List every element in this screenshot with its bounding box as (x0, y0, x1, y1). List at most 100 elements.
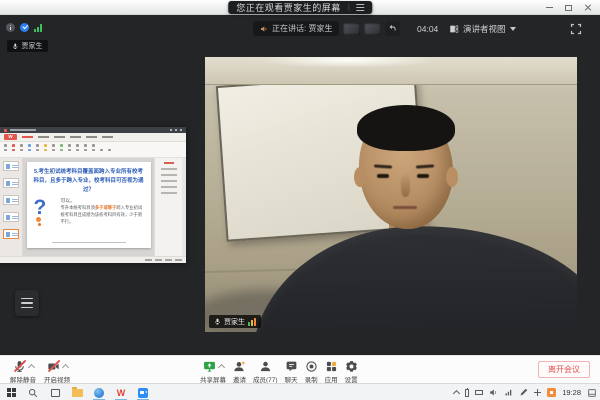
participant-video-thumbnail[interactable] (343, 23, 360, 35)
slide-title: 5.考生初试统考科目覆盖面跨入专业所有校考科目，且多于跨入专业，校考科目可否视为… (27, 168, 151, 195)
browser-button[interactable] (88, 384, 110, 400)
video-name: 贾家生 (224, 317, 245, 327)
speaking-audio-icon (260, 25, 268, 33)
person-face (359, 109, 453, 229)
collapse-thumbnails-button[interactable] (385, 21, 400, 36)
wps-ribbon (0, 142, 186, 158)
leave-meeting-button[interactable]: 离开会议 (538, 361, 590, 378)
windows-taskbar: W 19:28 (0, 383, 600, 400)
slide-thumbnail-selected (3, 229, 19, 239)
meeting-timer: 04:04 (417, 24, 438, 34)
tray-expand-chevron[interactable] (453, 390, 460, 397)
screen-share-banner[interactable]: 您正在观看贾家生的屏幕 (228, 1, 372, 14)
tray-tool-icon[interactable] (534, 389, 541, 396)
network-signal-icon[interactable] (34, 24, 42, 32)
chat-icon (285, 360, 298, 373)
wps-icon: W (117, 388, 126, 398)
pen-icon[interactable] (519, 388, 528, 397)
chat-button[interactable]: 聊天 (285, 359, 298, 384)
start-button[interactable] (0, 384, 22, 400)
windows-logo-icon (7, 388, 16, 397)
question-mark-graphic: ? (34, 197, 56, 218)
wps-scrollbar (182, 158, 186, 256)
slide-thumbnail (3, 161, 19, 171)
slide-thumbnail (3, 212, 19, 222)
close-button[interactable] (584, 4, 592, 12)
screen-share-banner-text: 您正在观看贾家生的屏幕 (236, 1, 341, 14)
mic-options-chevron[interactable] (27, 364, 34, 371)
slide-underline (52, 242, 126, 243)
presenter-name: 贾家生 (22, 41, 43, 51)
meeting-app-button[interactable] (132, 384, 154, 400)
share-screen-icon (203, 360, 216, 373)
view-mode-label: 演讲者视图 (463, 23, 506, 35)
volume-icon[interactable] (489, 388, 498, 397)
search-icon (28, 388, 38, 398)
minimize-button[interactable] (546, 7, 553, 8)
meeting-app-icon (138, 388, 148, 398)
wps-slide-canvas: 5.考生初试统考科目覆盖面跨入专业所有校考科目，且多于跨入专业，校考科目可否视为… (23, 158, 154, 256)
wps-slide-thumbnails (0, 158, 23, 256)
maximize-button[interactable] (565, 5, 572, 11)
wps-tab-bar: W (0, 133, 186, 142)
members-button[interactable]: 成员(77) (253, 359, 278, 384)
task-view-icon (51, 389, 60, 397)
unmute-button[interactable]: 解除静音 (10, 359, 36, 384)
speaking-indicator-row: 正在讲话: 贾家生 (253, 21, 400, 36)
speaker-view-icon (449, 24, 459, 34)
slide-thumbnail (3, 178, 19, 188)
participant-video-thumbnail[interactable] (364, 23, 381, 35)
slide-answer: 可以。 (61, 197, 144, 204)
taskbar-clock[interactable]: 19:28 (562, 388, 581, 397)
mic-icon (12, 43, 19, 50)
floating-panel-handle[interactable] (15, 290, 39, 316)
taskbar-search-button[interactable] (22, 384, 44, 400)
browser-icon (94, 388, 104, 398)
battery-icon[interactable] (465, 389, 469, 397)
tray-device-icon[interactable] (475, 390, 483, 395)
speaker-video-feed: 贾家生 (205, 57, 577, 332)
window-titlebar: 您正在观看贾家生的屏幕 (0, 0, 600, 15)
mic-icon (214, 318, 221, 325)
meeting-app-window: 您正在观看贾家生的屏幕 正在讲话: 贾家生 04:04 (0, 0, 600, 400)
file-explorer-button[interactable] (66, 384, 88, 400)
network-icon[interactable] (504, 388, 513, 397)
invite-icon (233, 360, 246, 373)
slide-thumbnail (3, 195, 19, 205)
chevron-down-icon (510, 27, 516, 31)
ceiling-light (260, 57, 435, 68)
members-icon (259, 360, 272, 373)
fullscreen-button[interactable] (570, 22, 582, 34)
record-button[interactable]: 录制 (305, 359, 318, 384)
apps-grid-icon (325, 360, 338, 373)
start-video-button[interactable]: 开启视频 (44, 359, 70, 384)
shared-wps-presentation-window: W 5.考生初试统考科目覆盖面跨入专业所有校考科目，且多于跨入专业，校考科目可否 (0, 127, 186, 263)
current-slide: 5.考生初试统考科目覆盖面跨入专业所有校考科目，且多于跨入专业，校考科目可否视为… (27, 162, 151, 248)
settings-button[interactable]: 设置 (345, 359, 358, 384)
meeting-toolbar: 解除静音 开启视频 (0, 355, 600, 383)
camera-off-icon (47, 360, 60, 373)
share-options-chevron[interactable] (217, 364, 224, 371)
invite-button[interactable]: 邀请 (233, 359, 246, 384)
view-mode-button[interactable]: 演讲者视图 (449, 21, 516, 36)
task-view-button[interactable] (44, 384, 66, 400)
presenter-name-badge: 贾家生 (7, 40, 48, 52)
speaking-indicator: 正在讲话: 贾家生 (253, 21, 339, 36)
wps-logo: W (4, 134, 17, 140)
meeting-security-shield-icon[interactable] (20, 23, 29, 32)
camera-options-chevron[interactable] (61, 364, 68, 371)
meeting-status-icons (6, 23, 42, 32)
banner-menu-icon[interactable] (348, 4, 364, 11)
person-body (250, 223, 577, 332)
folder-icon (72, 389, 83, 397)
apps-button[interactable]: 应用 (325, 359, 338, 384)
fullscreen-icon (570, 23, 582, 35)
speaking-label: 正在讲话: 贾家生 (272, 23, 332, 34)
wps-office-button[interactable]: W (110, 384, 132, 400)
share-screen-button[interactable]: 共享屏幕 (200, 359, 226, 384)
action-center-icon[interactable] (587, 388, 597, 398)
tray-app-icon[interactable] (547, 388, 556, 397)
slide-body: 专升本统考科目须多于或等于跨入专业初试统考科目且成绩为该校考科目有效，少于则不行… (61, 205, 144, 225)
meeting-info-icon[interactable] (6, 23, 15, 32)
wps-sidebar (154, 158, 182, 256)
